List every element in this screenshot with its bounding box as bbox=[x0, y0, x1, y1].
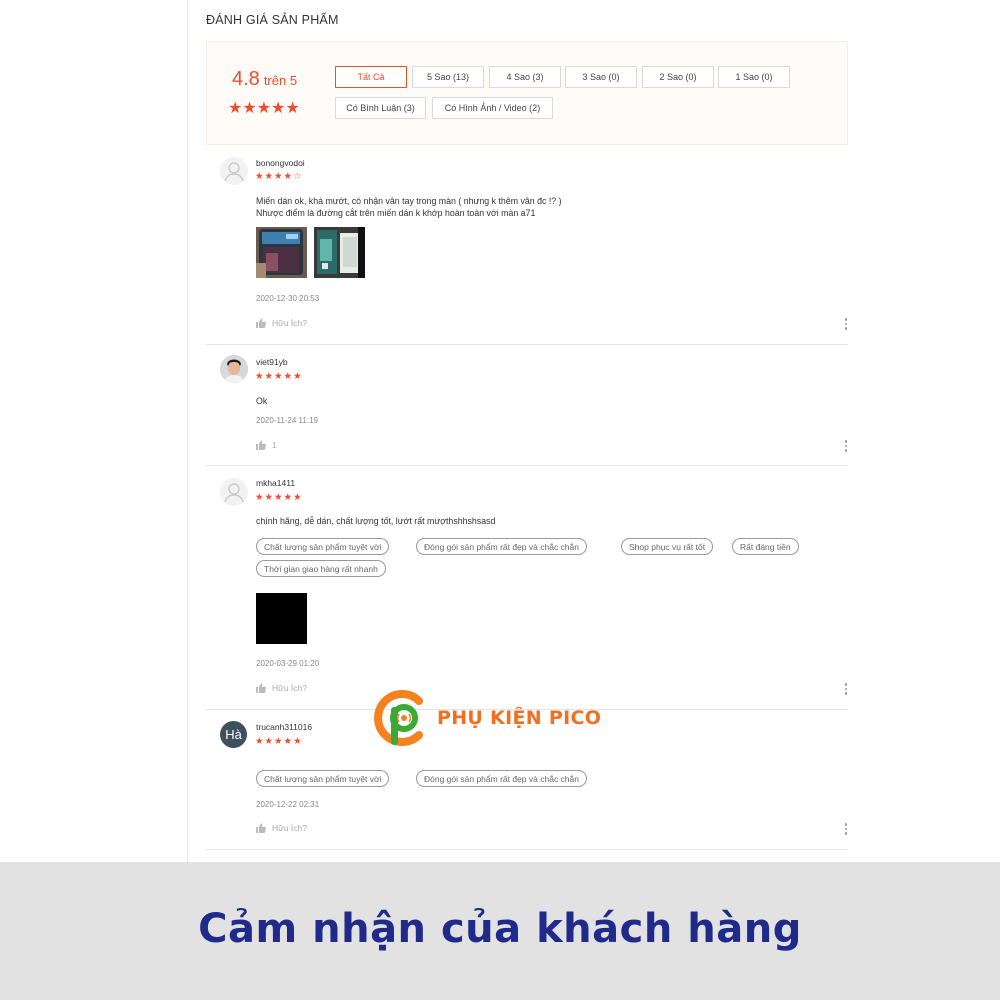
review-tag: Đóng gói sản phẩm rất đẹp và chắc chắn bbox=[416, 538, 587, 555]
review-item: viet91yb ★★★★★ Ok 2020-11-24 11:19 1 bbox=[206, 345, 848, 466]
review-username[interactable]: mkha1411 bbox=[256, 478, 295, 488]
review-date: 2020-12-22 02:31 bbox=[256, 800, 320, 809]
thumbs-up-icon bbox=[256, 683, 266, 693]
brand-logo-text: PHỤ KIỆN PICO bbox=[437, 707, 602, 729]
filter-5-star[interactable]: 5 Sao (13) bbox=[412, 66, 484, 88]
review-comment: Ok bbox=[256, 396, 268, 406]
review-date: 2020-12-30 20:53 bbox=[256, 294, 320, 303]
filter-4-star[interactable]: 4 Sao (3) bbox=[489, 66, 561, 88]
filter-with-media[interactable]: Có Hình Ảnh / Video (2) bbox=[432, 97, 553, 119]
more-options-icon[interactable] bbox=[844, 823, 848, 835]
review-tag: Chất lượng sản phẩm tuyệt vời bbox=[256, 770, 390, 787]
review-stars: ★★★★☆ bbox=[255, 171, 303, 182]
content-left-border bbox=[187, 0, 188, 862]
helpful-button[interactable]: Hữu Ích? bbox=[256, 318, 307, 328]
filter-2-star[interactable]: 2 Sao (0) bbox=[642, 66, 714, 88]
review-tag: Thời gian giao hàng rất nhanh bbox=[256, 560, 386, 577]
thumbs-up-icon bbox=[256, 440, 266, 450]
helpful-label: Hữu Ích? bbox=[272, 683, 307, 693]
avatar[interactable] bbox=[220, 355, 248, 383]
helpful-label: Hữu Ích? bbox=[272, 318, 307, 328]
rating-stars: ★★★★★ bbox=[228, 100, 300, 117]
caption-text: Cảm nhận của khách hàng bbox=[198, 906, 802, 952]
review-photo[interactable] bbox=[314, 227, 365, 278]
rating-score: 4.8 trên 5 bbox=[232, 68, 297, 91]
more-options-icon[interactable] bbox=[844, 440, 848, 452]
rating-score-value: 4.8 bbox=[232, 68, 260, 90]
review-comment-line: Miến dán ok, khá mướt, có nhận vân tay t… bbox=[256, 196, 562, 206]
thumbs-up-icon bbox=[256, 823, 266, 833]
avatar[interactable] bbox=[220, 478, 248, 506]
review-tag: Rất đáng tiền bbox=[732, 538, 799, 555]
review-username[interactable]: bonongvodoi bbox=[256, 158, 305, 168]
review-comment-line: Nhược điểm là đường cắt trên miến dán k … bbox=[256, 208, 536, 218]
helpful-button[interactable]: 1 bbox=[256, 440, 277, 450]
pico-logo-icon bbox=[374, 690, 423, 746]
avatar[interactable]: Hà bbox=[220, 721, 247, 748]
thumbs-up-icon bbox=[256, 318, 266, 328]
helpful-label: Hữu Ích? bbox=[272, 823, 307, 833]
review-filled-stars: ★★★★ bbox=[255, 171, 294, 182]
review-comment: Miến dán ok, khá mướt, có nhận vân tay t… bbox=[256, 195, 562, 219]
caption-band: Cảm nhận của khách hàng bbox=[0, 862, 1000, 1000]
review-username[interactable]: trucanh311016 bbox=[256, 722, 312, 732]
review-tag: Đóng gói sản phẩm rất đẹp và chắc chắn bbox=[416, 770, 587, 787]
review-username[interactable]: viet91yb bbox=[256, 357, 288, 367]
filter-all[interactable]: Tất Cả bbox=[335, 66, 407, 88]
review-empty-star: ☆ bbox=[293, 171, 303, 182]
rating-out-of: trên 5 bbox=[263, 73, 298, 88]
review-photo[interactable] bbox=[256, 227, 307, 278]
review-stars: ★★★★★ bbox=[255, 371, 303, 382]
helpful-count: 1 bbox=[272, 440, 277, 450]
review-tag: Shop phục vụ rất tốt bbox=[621, 538, 714, 555]
user-photo bbox=[220, 355, 248, 383]
review-item: mkha1411 ★★★★★ chính hãng, dễ dán, chất … bbox=[206, 466, 848, 710]
filter-1-star[interactable]: 1 Sao (0) bbox=[718, 66, 790, 88]
review-date: 2020-03-29 01:20 bbox=[256, 659, 320, 668]
brand-logo: PHỤ KIỆN PICO bbox=[371, 687, 631, 747]
review-date: 2020-11-24 11:19 bbox=[256, 416, 318, 425]
review-stars: ★★★★★ bbox=[255, 492, 303, 503]
filter-with-comment[interactable]: Có Bình Luận (3) bbox=[335, 97, 426, 119]
avatar[interactable] bbox=[220, 157, 248, 185]
default-user-icon bbox=[224, 162, 244, 182]
review-item: bonongvodoi ★★★★☆ Miến dán ok, khá mướt,… bbox=[206, 150, 848, 345]
review-tag: Chất lượng sản phẩm tuyệt vời bbox=[256, 538, 390, 555]
filter-3-star[interactable]: 3 Sao (0) bbox=[565, 66, 637, 88]
review-stars: ★★★★★ bbox=[255, 736, 303, 747]
helpful-button[interactable]: Hữu Ích? bbox=[256, 823, 307, 833]
section-title: ĐÁNH GIÁ SẢN PHẨM bbox=[206, 13, 339, 27]
review-comment: chính hãng, dễ dán, chất lượng tốt, lướt… bbox=[256, 516, 496, 526]
review-photo[interactable] bbox=[256, 593, 307, 644]
helpful-button[interactable]: Hữu Ích? bbox=[256, 683, 307, 693]
rating-overview: 4.8 trên 5 ★★★★★ Tất Cả 5 Sao (13) 4 Sao … bbox=[206, 41, 848, 145]
more-options-icon[interactable] bbox=[844, 683, 848, 695]
default-user-icon bbox=[224, 483, 244, 503]
review-photo-image bbox=[314, 227, 365, 278]
review-photo-image bbox=[256, 227, 307, 278]
more-options-icon[interactable] bbox=[844, 318, 848, 330]
